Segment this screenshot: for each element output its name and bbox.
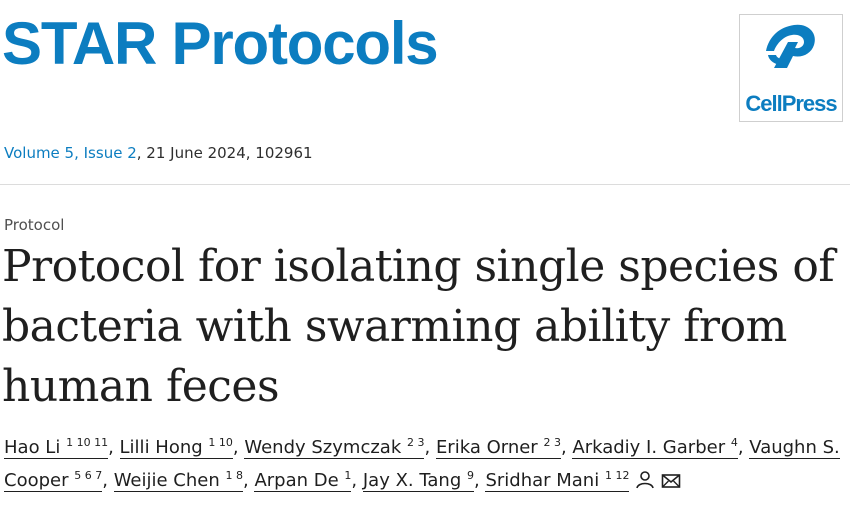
article-type: Protocol: [4, 216, 65, 234]
citation-date-id: , 21 June 2024, 102961: [136, 144, 313, 162]
author-name: Lilli Hong: [119, 437, 203, 458]
author-name: Arkadiy I. Garber: [572, 437, 726, 458]
author-name: Hao Li: [4, 437, 61, 458]
author-link[interactable]: Jay X. Tang 9: [362, 469, 474, 492]
author-name: Weijie Chen: [113, 470, 220, 491]
author-link[interactable]: Arpan De 1: [254, 469, 352, 492]
author-link[interactable]: Arkadiy I. Garber 4: [572, 436, 738, 459]
author-list: Hao Li 1 10 11, Lilli Hong 1 10, Wendy S…: [4, 436, 840, 492]
author-name: Arpan De: [254, 470, 339, 491]
author-affiliation: 1 10 11: [66, 436, 109, 449]
author-affiliation: 9: [466, 469, 474, 482]
author-name: Sridhar Mani: [485, 470, 600, 491]
author-affiliation: 5 6 7: [74, 469, 103, 482]
author-name: Jay X. Tang: [362, 470, 462, 491]
author-name: Wendy Szymczak: [244, 437, 402, 458]
person-icon[interactable]: [635, 471, 655, 489]
author-link[interactable]: Erika Orner 2 3: [435, 436, 561, 459]
envelope-icon[interactable]: [661, 473, 681, 489]
author-affiliation: 4: [730, 436, 738, 449]
author-affiliation: 2 3: [543, 436, 561, 449]
author-link[interactable]: Hao Li 1 10 11: [4, 436, 109, 459]
author-link[interactable]: Weijie Chen 1 8: [113, 469, 244, 492]
author-affiliation: 1 12: [604, 469, 630, 482]
divider: [0, 184, 850, 185]
author-link[interactable]: Wendy Szymczak 2 3: [244, 436, 425, 459]
author-affiliation: 1: [344, 469, 352, 482]
citation-line: Volume 5, Issue 2, 21 June 2024, 102961: [4, 144, 313, 162]
author-link[interactable]: Sridhar Mani 1 12: [485, 469, 630, 492]
volume-issue-link[interactable]: Volume 5, Issue 2: [4, 144, 137, 162]
cellpress-logo[interactable]: CellPress: [739, 14, 843, 122]
author-affiliation: 1 10: [208, 436, 233, 449]
author-name: Erika Orner: [435, 437, 538, 458]
journal-title[interactable]: STAR Protocols: [2, 14, 439, 74]
author-affiliation: 1 8: [225, 469, 244, 482]
author-link[interactable]: Lilli Hong 1 10: [119, 436, 233, 459]
article-title: Protocol for isolating single species of…: [2, 241, 835, 412]
author-affiliation: 2 3: [406, 436, 425, 449]
cellpress-logo-text: CellPress: [745, 91, 837, 116]
cellpress-logo-icon: [766, 24, 815, 68]
